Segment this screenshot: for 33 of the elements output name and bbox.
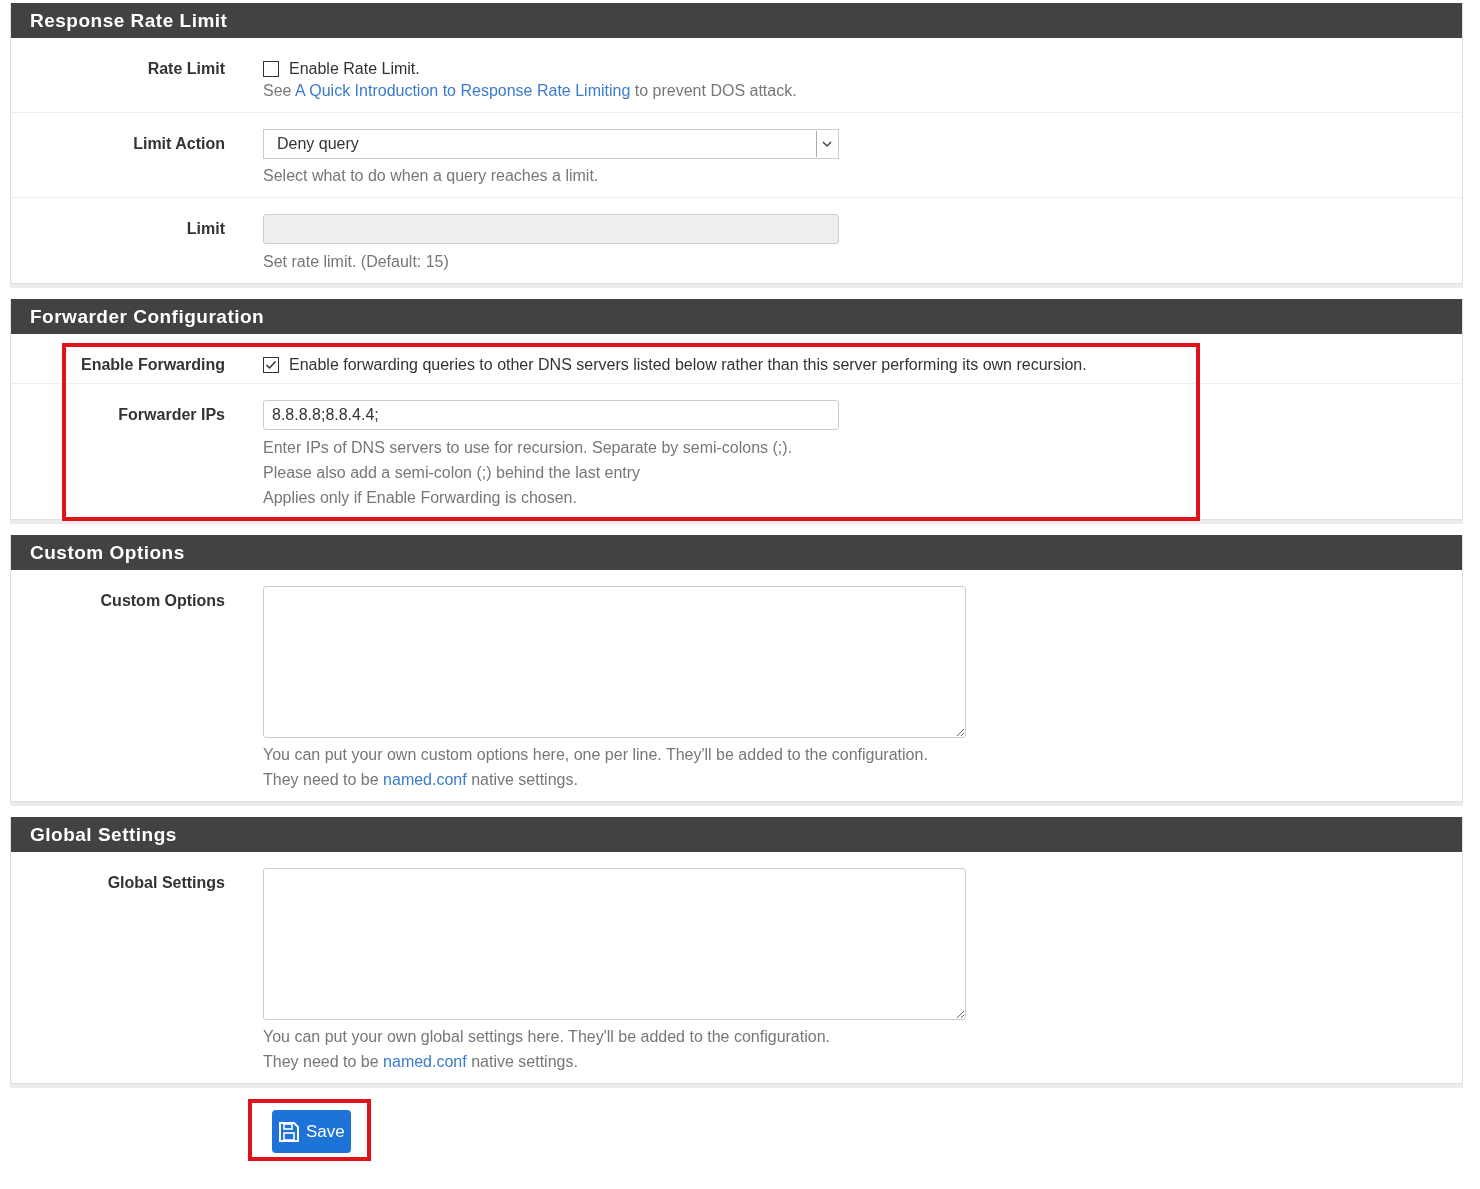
link[interactable]: A Quick Introduction to Response Rate Limiting xyxy=(295,82,631,99)
text-area[interactable] xyxy=(263,586,966,738)
section-header: Forwarder Configuration xyxy=(11,299,1462,334)
dropdown[interactable]: Deny query xyxy=(263,129,839,159)
field-label: Enable Forwarding xyxy=(81,356,225,374)
field-label: Limit Action xyxy=(133,135,225,153)
help-text: Enter IPs of DNS servers to use for recursion. Separate by semi-colons (;). xyxy=(263,438,794,458)
help-text: They need to be named.conf native settings. xyxy=(263,1052,579,1072)
field-label: Limit xyxy=(186,220,225,238)
text-area[interactable] xyxy=(263,868,966,1020)
section-header: Response Rate Limit xyxy=(11,3,1462,38)
help-text: See A Quick Introduction to Response Rate Limiting to prevent DOS attack. xyxy=(263,81,798,101)
help-text: You can put your own global settings here. They'll be added to the configuration. xyxy=(263,1027,831,1047)
help-text: Select what to do when a query reaches a limit. xyxy=(263,166,600,186)
save-button[interactable]: Save xyxy=(272,1110,351,1153)
link[interactable]: named.conf xyxy=(383,771,467,788)
checkbox-label: Enable Rate Limit. xyxy=(289,60,420,78)
checkbox[interactable] xyxy=(263,61,279,77)
field-label: Forwarder IPs xyxy=(118,406,225,424)
checkbox-label: Enable forwarding queries to other DNS servers listed below rather than this server performing its own recursion. xyxy=(289,356,1087,374)
field-label: Global Settings xyxy=(107,874,225,892)
help-text: Applies only if Enable Forwarding is chosen. xyxy=(263,488,578,508)
help-text: They need to be named.conf native settings. xyxy=(263,770,579,790)
field-label: Custom Options xyxy=(100,592,225,610)
section-header: Global Settings xyxy=(11,817,1462,852)
help-text: Please also add a semi-colon (;) behind the last entry xyxy=(263,463,642,483)
input-field[interactable]: 8.8.8.8;8.8.4.4; xyxy=(263,400,839,430)
section-header: Custom Options xyxy=(11,535,1462,570)
link[interactable]: named.conf xyxy=(383,1053,467,1070)
help-text: Set rate limit. (Default: 15) xyxy=(263,252,450,272)
help-text: You can put your own custom options here, one per line. They'll be added to the configuration. xyxy=(263,745,929,765)
field-label: Rate Limit xyxy=(147,60,225,78)
checkbox[interactable] xyxy=(263,357,279,373)
